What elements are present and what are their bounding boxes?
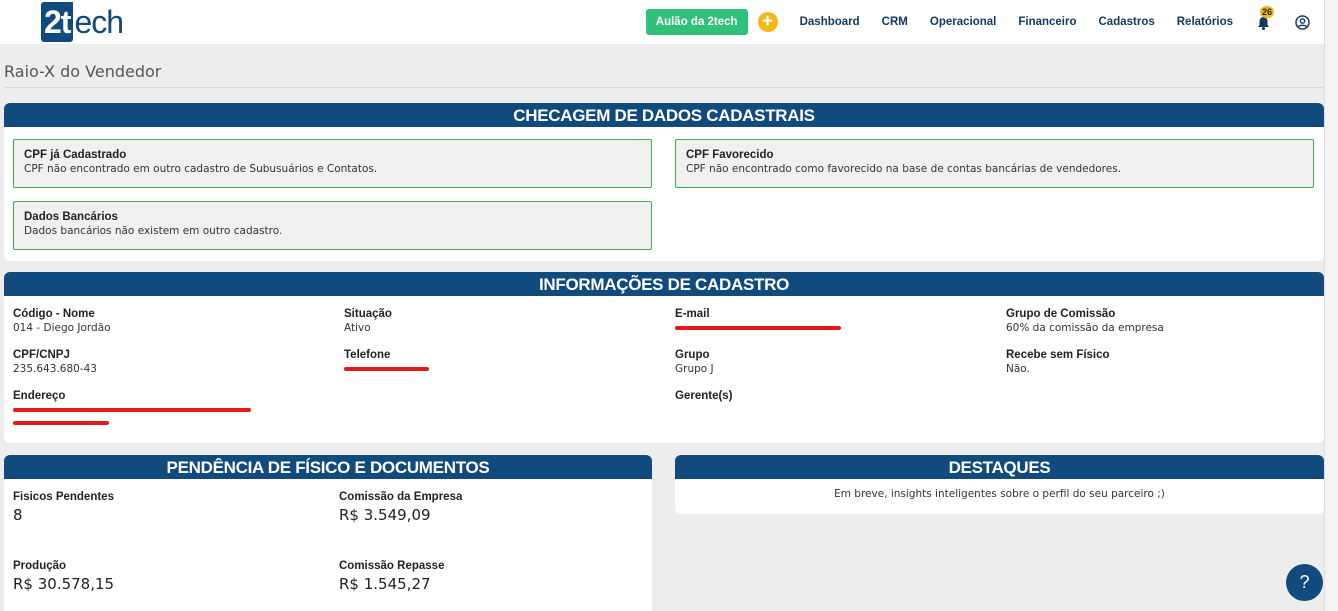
field-label: Código - Nome (13, 308, 95, 320)
dados-bancarios-check: Dados Bancários Dados bancários não exis… (13, 201, 652, 250)
field-value: 014 - Diego Jordão (13, 322, 111, 334)
field-label: Comissão Repasse (339, 560, 445, 572)
field-label: Situação (344, 308, 392, 320)
destaques-card: DESTAQUES Em breve, insights inteligente… (675, 455, 1324, 514)
field-label: Endereço (13, 390, 66, 402)
field-value: Não. (1006, 363, 1030, 375)
redacted-value (13, 421, 109, 425)
comissao-empresa-field: Comissão da Empresa R$ 3.549,09 (339, 491, 462, 524)
check-title: CPF Favorecido (686, 149, 774, 161)
destaques-header: DESTAQUES (675, 455, 1324, 479)
grupo-comissao-field: Grupo de Comissão 60% da comissão da emp… (1006, 308, 1164, 334)
user-account-icon[interactable] (1295, 14, 1310, 30)
field-label: Telefone (344, 349, 391, 361)
field-label: Fisicos Pendentes (13, 491, 114, 503)
field-value: R$ 1.545,27 (339, 575, 431, 593)
checagem-header: CHECAGEM DE DADOS CADASTRAIS (4, 103, 1324, 127)
cpf-cadastrado-check: CPF já Cadastrado CPF não encontrado em … (13, 139, 652, 188)
title-divider (4, 87, 1324, 88)
field-value: R$ 30.578,15 (13, 575, 115, 593)
field-label: Grupo de Comissão (1006, 308, 1116, 320)
checagem-card: CHECAGEM DE DADOS CADASTRAIS CPF já Cada… (4, 103, 1324, 261)
nav-dashboard[interactable]: Dashboard (800, 16, 860, 28)
bell-icon[interactable]: 26 (1257, 6, 1275, 30)
telefone-field: Telefone (344, 349, 429, 371)
destaques-text: Em breve, insights inteligentes sobre o … (834, 488, 1165, 500)
nav-relatorios[interactable]: Relatórios (1177, 16, 1233, 28)
field-label: Recebe sem Físico (1006, 349, 1110, 361)
email-field: E-mail (675, 308, 841, 330)
cadastro-header: INFORMAÇÕES DE CADASTRO (4, 272, 1324, 296)
field-value: 8 (13, 506, 23, 524)
redacted-value (675, 326, 841, 330)
situacao-field: Situação Ativo (344, 308, 392, 334)
endereco-field: Endereço (13, 390, 251, 425)
field-label: CPF/CNPJ (13, 349, 70, 361)
top-navbar: 2t ech Aulão da 2tech + Dashboard CRM Ope… (0, 0, 1324, 44)
pendencia-card: PENDÊNCIA DE FÍSICO E DOCUMENTOS Fisicos… (4, 455, 652, 611)
check-description: Dados bancários não existem em outro cad… (24, 225, 283, 237)
recebe-sem-fisico-field: Recebe sem Físico Não. (1006, 349, 1110, 375)
notification-badge: 26 (1260, 6, 1275, 18)
field-value: Ativo (344, 322, 371, 334)
cpf-favorecido-check: CPF Favorecido CPF não encontrado como f… (675, 139, 1314, 188)
check-title: CPF já Cadastrado (24, 149, 127, 161)
fisicos-pendentes-field: Fisicos Pendentes 8 (13, 491, 114, 524)
nav-crm[interactable]: CRM (882, 16, 908, 28)
field-label: Gerente(s) (675, 390, 733, 402)
check-description: CPF não encontrado como favorecido na ba… (686, 163, 1122, 175)
field-value: 235.643.680-43 (13, 363, 97, 375)
producao-field: Produção R$ 30.578,15 (13, 560, 114, 593)
field-value: Grupo J (675, 363, 714, 375)
logo-wordmark: ech (74, 4, 124, 40)
cpf-cnpj-field: CPF/CNPJ 235.643.680-43 (13, 349, 97, 375)
logo-mark: 2t (41, 2, 74, 42)
field-label: Grupo (675, 349, 710, 361)
page-scrollbar[interactable] (1324, 0, 1338, 611)
comissao-repasse-field: Comissão Repasse R$ 1.545,27 (339, 560, 444, 593)
check-description: CPF não encontrado em outro cadastro de … (24, 163, 378, 175)
plus-icon[interactable]: + (757, 12, 778, 32)
nav-cadastros[interactable]: Cadastros (1099, 16, 1155, 28)
field-value: R$ 3.549,09 (339, 506, 431, 524)
help-button[interactable]: ? (1286, 564, 1323, 601)
page-title: Raio-X do Vendedor (4, 62, 162, 81)
aulao-button[interactable]: Aulão da 2tech (645, 9, 748, 35)
main-nav: Aulão da 2tech + Dashboard CRM Operacion… (645, 6, 1310, 36)
codigo-nome-field: Código - Nome 014 - Diego Jordão (13, 308, 111, 334)
nav-financeiro[interactable]: Financeiro (1018, 16, 1076, 28)
grupo-field: Grupo Grupo J (675, 349, 714, 375)
field-value: 60% da comissão da empresa (1006, 322, 1164, 334)
field-label: Produção (13, 560, 67, 572)
check-title: Dados Bancários (24, 211, 118, 223)
brand-logo[interactable]: 2t ech (41, 2, 124, 42)
redacted-value (344, 367, 429, 371)
field-label: Comissão da Empresa (339, 491, 463, 503)
nav-operacional[interactable]: Operacional (930, 16, 996, 28)
gerentes-field: Gerente(s) (675, 390, 733, 402)
field-label: E-mail (675, 308, 710, 320)
pendencia-header: PENDÊNCIA DE FÍSICO E DOCUMENTOS (4, 455, 652, 479)
redacted-value (13, 408, 251, 412)
cadastro-card: INFORMAÇÕES DE CADASTRO Código - Nome 01… (4, 272, 1324, 443)
